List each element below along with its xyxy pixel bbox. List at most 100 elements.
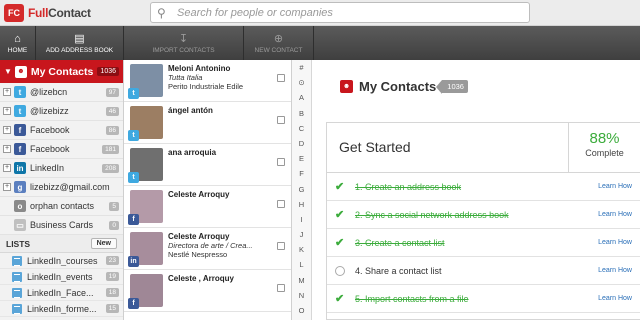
avatar: in (128, 232, 163, 267)
contact-checkbox[interactable] (277, 116, 285, 124)
alphabet-letter[interactable]: C (292, 121, 311, 136)
progress-label: Complete (585, 148, 624, 158)
task-row: ✔ 3. Create a contact list Learn How (327, 229, 640, 257)
alphabet-letter[interactable]: K (292, 242, 311, 257)
learn-how-link[interactable]: Learn How (598, 183, 632, 190)
expand-icon[interactable] (3, 202, 11, 210)
alphabet-letter[interactable]: A (292, 90, 311, 105)
twitter-icon: t (128, 172, 139, 183)
source-name: Business Cards (30, 220, 94, 230)
contact-row[interactable]: t ángel antón (124, 102, 291, 144)
sidebar-source-item[interactable]: + t @lizebcn 97 (0, 83, 123, 102)
source-name: @lizebcn (30, 87, 68, 97)
alphabet-letter[interactable]: H (292, 197, 311, 212)
sidebar-item-my-contacts[interactable]: ▼ ☻ My Contacts 1036 (0, 60, 123, 83)
avatar: t (128, 148, 163, 183)
source-count: 0 (109, 220, 119, 230)
list-name: LinkedIn_courses (27, 255, 98, 266)
contact-row[interactable]: f Celeste Arroquy (124, 186, 291, 228)
sidebar-list-item[interactable]: LinkedIn_courses 23 (0, 253, 123, 269)
logo-mark-icon: FC (4, 4, 24, 22)
task-label: 3. Create a contact list (355, 237, 445, 248)
sidebar-source-item[interactable]: + t @lizebizz 46 (0, 102, 123, 121)
page-title-text: My Contacts (359, 79, 437, 94)
contact-row[interactable]: t ana arroquia (124, 144, 291, 186)
sidebar-source-item[interactable]: ▭ Business Cards 0 (0, 216, 123, 235)
sidebar-source-item[interactable]: + f Facebook 86 (0, 121, 123, 140)
alphabet-letter[interactable]: N (292, 288, 311, 303)
alphabet-letter[interactable]: # (292, 60, 311, 75)
contact-checkbox[interactable] (277, 242, 285, 250)
alphabet-letter[interactable]: B (292, 106, 311, 121)
sidebar-source-item[interactable]: + f Facebook 181 (0, 140, 123, 159)
contact-row[interactable]: f Celeste , Arroquy (124, 270, 291, 312)
checkmark-icon: ✔ (335, 293, 345, 305)
alphabet-letter[interactable]: D (292, 136, 311, 151)
learn-how-link[interactable]: Learn How (598, 239, 632, 246)
list-icon (12, 287, 22, 298)
expand-icon[interactable] (3, 221, 11, 229)
avatar: f (128, 190, 163, 225)
contact-row[interactable]: in Celeste Arroquy Directora de arte / Cre… (124, 228, 291, 270)
expand-icon[interactable]: + (3, 126, 11, 134)
expand-icon[interactable]: + (3, 183, 11, 191)
task-row: ✔ 1. Create an address book Learn How (327, 173, 640, 201)
main-panel: ☻ My Contacts 1036 Get Started 88% Compl… (312, 60, 640, 320)
new-contact-button[interactable]: ⊕ NEW CONTACT (244, 26, 314, 60)
expand-icon[interactable]: + (3, 107, 11, 115)
alphabet-letter[interactable]: G (292, 182, 311, 197)
contact-title: Tutta Italia (168, 73, 203, 82)
get-started-header: Get Started 88% Complete (327, 123, 640, 173)
sidebar-source-item[interactable]: + in LinkedIn 208 (0, 159, 123, 178)
list-icon (12, 255, 22, 266)
sidebar-list-item[interactable]: LinkedIn_forme... 15 (0, 301, 123, 317)
sidebar-source-item[interactable]: + g lizebizz@gmail.com (0, 178, 123, 197)
google-icon: g (14, 181, 26, 193)
lists-label: LISTS (6, 238, 31, 249)
new-list-button[interactable]: New (90, 238, 117, 249)
alphabet-letter[interactable]: I (292, 212, 311, 227)
avatar: f (128, 274, 163, 309)
contacts-count-badge: 1036 (436, 80, 468, 94)
sidebar-list-item[interactable]: LinkedIn_Face... 18 (0, 285, 123, 301)
learn-how-link[interactable]: Learn How (598, 267, 632, 274)
alphabet-letter[interactable]: J (292, 227, 311, 242)
fullcontact-logo[interactable]: FC FullContact (4, 3, 91, 23)
empty-circle-icon (335, 265, 345, 276)
list-count: 18 (105, 288, 119, 297)
add-address-book-button[interactable]: ▤ ADD ADDRESS BOOK (36, 26, 124, 60)
twitter-icon: t (128, 130, 139, 141)
contact-row[interactable]: t Meloni Antonino Tutta Italia Perito Indus… (124, 60, 291, 102)
alphabet-letter[interactable]: M (292, 273, 311, 288)
expand-icon[interactable]: + (3, 145, 11, 153)
alphabet-letter[interactable]: O (292, 303, 311, 318)
task-label: 2. Sync a social network address book (355, 209, 509, 220)
add-address-book-label: ADD ADDRESS BOOK (45, 46, 114, 54)
import-contacts-button[interactable]: ↧ IMPORT CONTACTS (124, 26, 244, 60)
contact-checkbox[interactable] (277, 74, 285, 82)
sidebar-list-item[interactable]: LinkedIn_events 19 (0, 269, 123, 285)
sidebar-source-item[interactable]: o orphan contacts 5 (0, 197, 123, 216)
import-contacts-label: IMPORT CONTACTS (152, 46, 215, 54)
search-box[interactable]: ⚲ (150, 2, 530, 23)
contact-company: Perito Industriale Edile (168, 82, 244, 91)
search-input[interactable] (177, 6, 517, 19)
contact-checkbox[interactable] (277, 200, 285, 208)
search-icon: ⚲ (157, 5, 166, 20)
alphabet-letter[interactable]: F (292, 166, 311, 181)
expand-icon[interactable]: + (3, 164, 11, 172)
home-button[interactable]: ⌂ HOME (0, 26, 36, 60)
contact-name: Celeste , Arroquy (168, 274, 234, 283)
alphabet-letter[interactable]: L (292, 257, 311, 272)
contact-checkbox[interactable] (277, 284, 285, 292)
task-label: 4. Share a contact list (355, 265, 442, 276)
learn-how-link[interactable]: Learn How (598, 295, 632, 302)
address-book-icon: ▤ (74, 32, 85, 45)
alphabet-letter[interactable]: E (292, 151, 311, 166)
contact-checkbox[interactable] (277, 158, 285, 166)
learn-how-link[interactable]: Learn How (598, 211, 632, 218)
expand-icon[interactable]: + (3, 88, 11, 96)
avatar: t (128, 64, 163, 99)
logo-wordmark: FullContact (28, 6, 91, 20)
alphabet-letter[interactable]: ⊙ (292, 75, 311, 90)
